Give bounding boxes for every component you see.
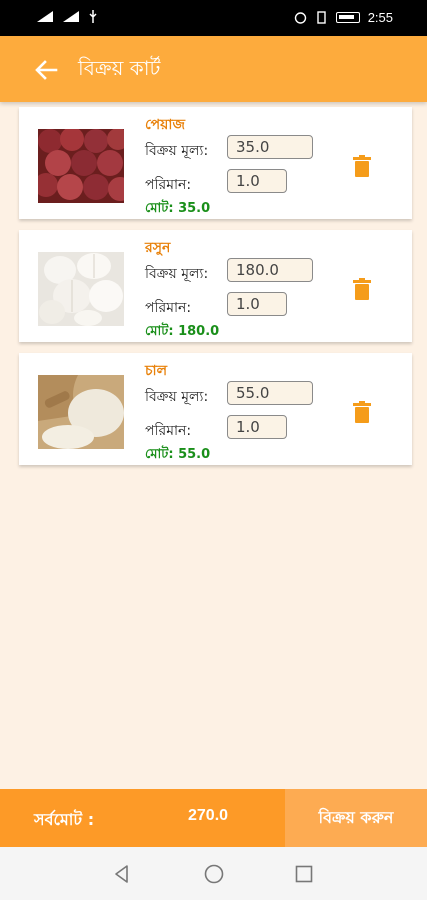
- circle-home-icon[interactable]: [202, 862, 226, 886]
- grand-total-value: 270.0: [188, 807, 229, 824]
- status-icons-right: 2:55: [294, 10, 393, 25]
- price-label: বিক্রয় মূল্য:: [145, 266, 209, 282]
- price-input[interactable]: [227, 381, 313, 405]
- price-label: বিক্রয় মূল্য:: [145, 389, 209, 405]
- checkout-bar: সর্বমোট : 270.0 বিক্রয় করুন: [0, 789, 427, 847]
- cart-item: রসুন বিক্রয় মূল্য: পরিমান: মোট: 180.0: [19, 230, 412, 342]
- quantity-input[interactable]: [227, 415, 287, 439]
- onion-image: [38, 129, 124, 203]
- quantity-input[interactable]: [227, 292, 287, 316]
- system-nav-bar: [0, 847, 427, 900]
- item-total: মোট: 55.0: [145, 447, 211, 462]
- arrow-left-icon[interactable]: [30, 56, 62, 84]
- signal-icon: [37, 11, 53, 22]
- battery-icon: [335, 12, 360, 23]
- square-recent-icon[interactable]: [292, 862, 316, 886]
- quantity-label: পরিমান:: [145, 177, 192, 193]
- status-time: 2:55: [367, 10, 393, 25]
- cart-item: পেয়াজ বিক্রয় মূল্য: পরিমান: মোট: 35.0: [19, 107, 412, 219]
- item-total: মোট: 35.0: [145, 201, 211, 216]
- status-bar: 2:55: [0, 0, 427, 36]
- alarm-icon: [294, 12, 306, 24]
- item-total: মোট: 180.0: [145, 324, 220, 339]
- item-name: পেয়াজ: [145, 117, 186, 133]
- page-title: বিক্রয় কার্ট: [78, 56, 161, 80]
- vibrate-icon: [316, 11, 326, 24]
- quantity-label: পরিমান:: [145, 300, 192, 316]
- price-input[interactable]: [227, 258, 313, 282]
- item-name: রসুন: [145, 240, 171, 256]
- sell-button[interactable]: বিক্রয় করুন: [285, 789, 427, 847]
- item-name: চাল: [145, 363, 168, 379]
- price-label: বিক্রয় মূল্য:: [145, 143, 209, 159]
- signal-icon: [63, 11, 79, 22]
- rice-image: [38, 375, 124, 449]
- trash-icon[interactable]: [353, 278, 371, 300]
- app-bar: বিক্রয় কার্ট: [0, 36, 427, 102]
- triangle-back-icon[interactable]: [110, 862, 134, 886]
- quantity-label: পরিমান:: [145, 423, 192, 439]
- garlic-image: [38, 252, 124, 326]
- cart-item: চাল বিক্রয় মূল্য: পরিমান: মোট: 55.0: [19, 353, 412, 465]
- status-icons-left: [36, 10, 98, 23]
- grand-total-label: সর্বমোট :: [34, 810, 95, 829]
- price-input[interactable]: [227, 135, 313, 159]
- trash-icon[interactable]: [353, 155, 371, 177]
- quantity-input[interactable]: [227, 169, 287, 193]
- usb-icon: [89, 10, 97, 23]
- trash-icon[interactable]: [353, 401, 371, 423]
